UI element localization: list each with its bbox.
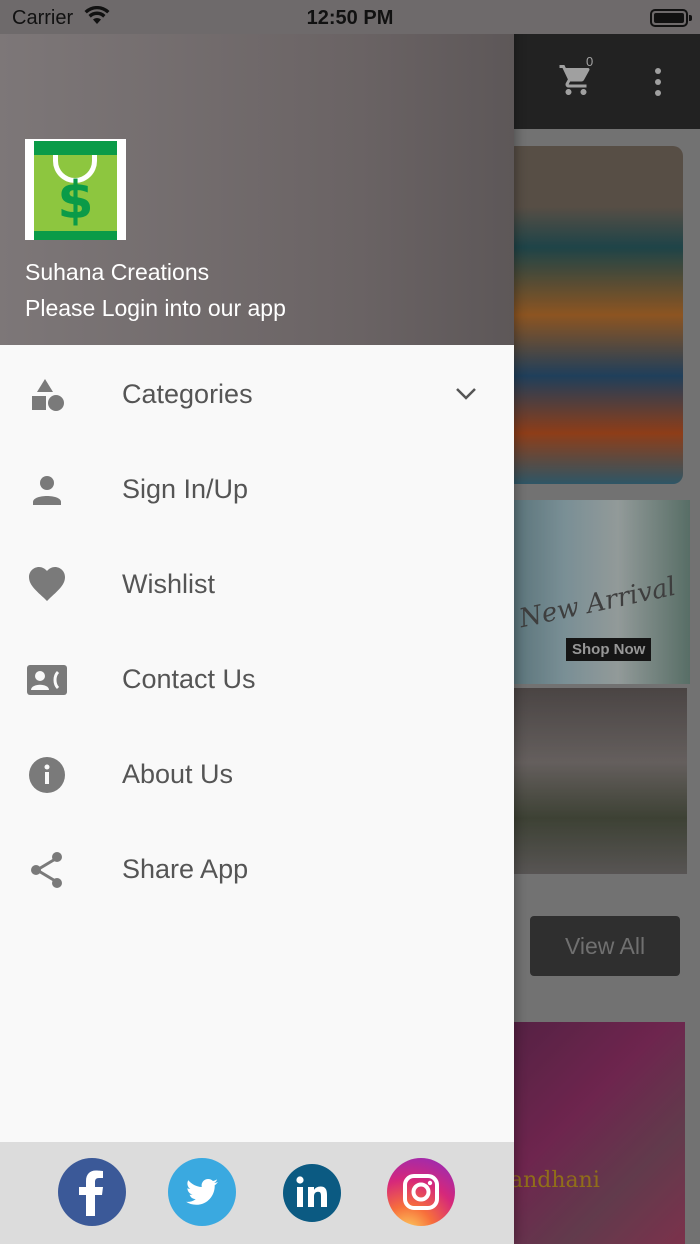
- menu-item-contact[interactable]: Contact Us: [0, 630, 514, 725]
- social-links-bar: [0, 1142, 514, 1244]
- categories-icon: [32, 379, 64, 411]
- menu-label: Sign In/Up: [122, 474, 249, 504]
- menu-item-share[interactable]: Share App: [0, 820, 514, 915]
- linkedin-icon[interactable]: [283, 1164, 341, 1222]
- menu-label: Wishlist: [122, 569, 215, 599]
- status-bar: Carrier 12:50 PM: [0, 0, 700, 34]
- instagram-icon[interactable]: [387, 1158, 455, 1226]
- heart-icon: [29, 567, 65, 601]
- contact-card-icon: [27, 665, 67, 695]
- share-icon: [31, 852, 62, 888]
- menu-item-about[interactable]: About Us: [0, 725, 514, 820]
- menu-item-wishlist[interactable]: Wishlist: [0, 535, 514, 630]
- person-icon: [33, 476, 61, 505]
- menu-label: Contact Us: [122, 664, 256, 694]
- menu-label: Share App: [122, 854, 249, 884]
- battery-icon: [650, 9, 692, 27]
- menu-label: Categories: [122, 379, 253, 409]
- info-icon: [29, 757, 65, 793]
- menu-label: About Us: [122, 759, 234, 789]
- drawer-header: $ Suhana Creations Please Login into our…: [0, 34, 514, 345]
- menu-item-sign-in[interactable]: Sign In/Up: [0, 440, 514, 535]
- app-title: Suhana Creations: [25, 259, 210, 285]
- app-logo: $: [25, 139, 126, 240]
- drawer-menu: Categories Sign In/Up Wishlist Contact U…: [0, 345, 514, 915]
- login-prompt[interactable]: Please Login into our app: [25, 295, 286, 322]
- clock: 12:50 PM: [306, 7, 394, 29]
- navigation-drawer: $ Suhana Creations Please Login into our…: [0, 0, 514, 1244]
- facebook-icon[interactable]: [58, 1158, 126, 1226]
- chevron-down-icon[interactable]: [454, 385, 478, 401]
- twitter-icon[interactable]: [168, 1158, 236, 1226]
- menu-item-categories[interactable]: Categories: [0, 345, 514, 440]
